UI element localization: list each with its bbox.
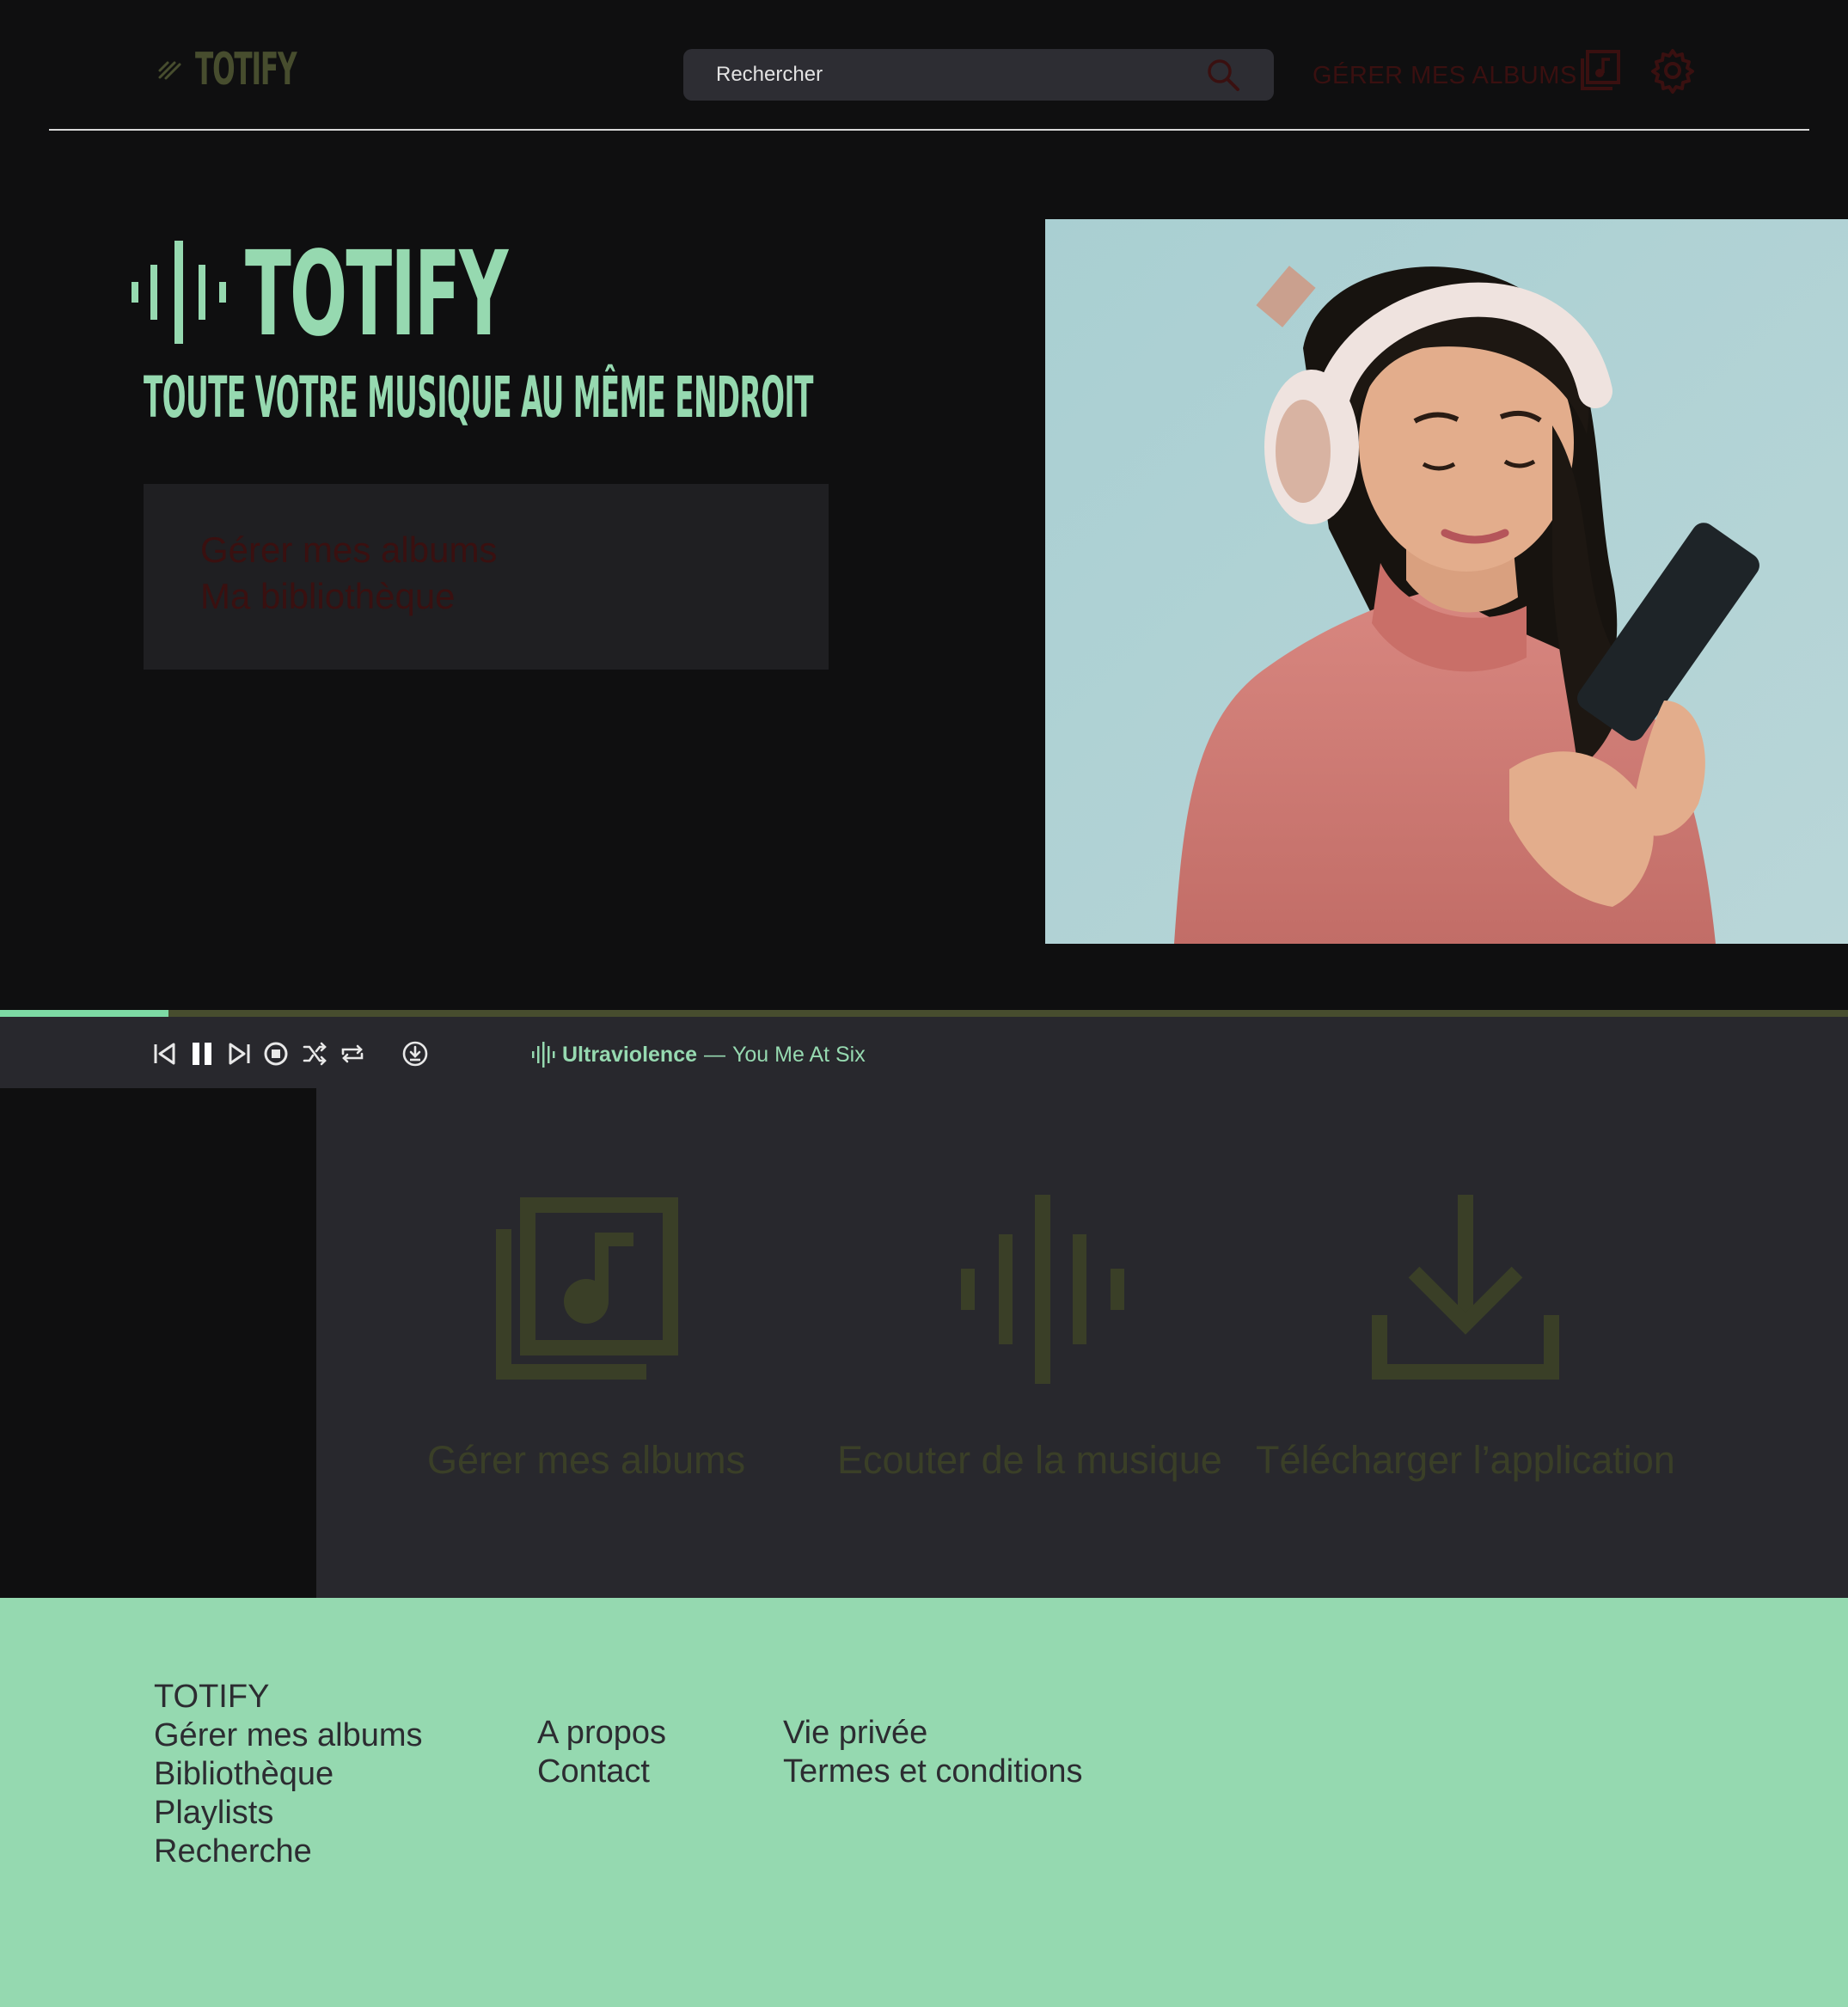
features-panel: Gérer mes albums Ecouter de la musique T… [316, 1088, 1848, 1598]
pause-icon[interactable] [189, 1040, 217, 1068]
footer-link-albums[interactable]: Gérer mes albums [154, 1716, 423, 1755]
soundwave-logo-icon [132, 241, 226, 344]
header-logo[interactable]: TOTIFY [157, 45, 364, 95]
footer-col-info: A propos Contact [537, 1714, 666, 1791]
footer: TOTIFY Gérer mes albums Bibliothèque Pla… [0, 1598, 1848, 2007]
hero-photo [1045, 219, 1848, 944]
feature-label-albums[interactable]: Gérer mes albums [427, 1438, 745, 1483]
download-icon[interactable] [401, 1040, 429, 1068]
stop-icon[interactable] [262, 1040, 290, 1068]
search-icon[interactable] [1205, 57, 1241, 93]
search-input[interactable] [683, 49, 1199, 101]
track-separator: — [704, 1042, 726, 1067]
nav-manage-albums-link[interactable]: GÉRER MES ALBUMS [1313, 58, 1577, 93]
feature-label-listen[interactable]: Ecouter de la musique [837, 1438, 1222, 1483]
repeat-icon[interactable] [339, 1040, 366, 1068]
soundwave-icon[interactable] [935, 1195, 1124, 1384]
next-icon[interactable] [225, 1040, 253, 1068]
footer-brand: TOTIFY [154, 1679, 270, 1715]
hero-tagline: TOUTE VOTRE MUSIQUE AU MÊME ENDROIT [144, 364, 813, 431]
hero-link-manage-albums[interactable]: Gérer mes albums [200, 527, 829, 573]
hero-links-panel: Gérer mes albums Ma bibliothèque [144, 484, 829, 670]
albums-icon[interactable] [492, 1195, 681, 1384]
now-playing[interactable]: Ultraviolence — You Me At Six [531, 1040, 866, 1069]
hero-title: TOTIFY [245, 227, 508, 363]
footer-col-legal: Vie privée Termes et conditions [783, 1714, 1083, 1791]
feature-label-download[interactable]: Télécharger l’application [1256, 1438, 1675, 1483]
footer-link-search[interactable]: Recherche [154, 1833, 423, 1871]
albums-icon[interactable] [1576, 46, 1625, 95]
footer-link-contact[interactable]: Contact [537, 1753, 666, 1791]
progress-track[interactable] [0, 1010, 1848, 1017]
footer-link-playlists[interactable]: Playlists [154, 1794, 423, 1833]
footer-link-about[interactable]: A propos [537, 1714, 666, 1753]
footer-link-library[interactable]: Bibliothèque [154, 1755, 423, 1794]
search-bar[interactable] [683, 49, 1274, 101]
hatch-logo-icon [158, 61, 181, 80]
gear-icon[interactable] [1649, 46, 1697, 95]
left-sidebar-area [0, 1088, 316, 1598]
progress-fill [0, 1010, 168, 1017]
footer-link-terms[interactable]: Termes et conditions [783, 1753, 1083, 1791]
track-artist: You Me At Six [732, 1042, 866, 1067]
shuffle-icon[interactable] [301, 1040, 328, 1068]
previous-icon[interactable] [151, 1040, 179, 1068]
footer-col-main: TOTIFY Gérer mes albums Bibliothèque Pla… [154, 1678, 423, 1871]
header-brand: TOTIFY [195, 44, 297, 95]
hero-link-library[interactable]: Ma bibliothèque [200, 573, 829, 620]
footer-link-privacy[interactable]: Vie privée [783, 1714, 1083, 1753]
download-icon[interactable] [1371, 1195, 1560, 1384]
track-title: Ultraviolence [562, 1042, 698, 1067]
header-divider [49, 129, 1809, 131]
soundwave-icon [532, 1042, 555, 1068]
